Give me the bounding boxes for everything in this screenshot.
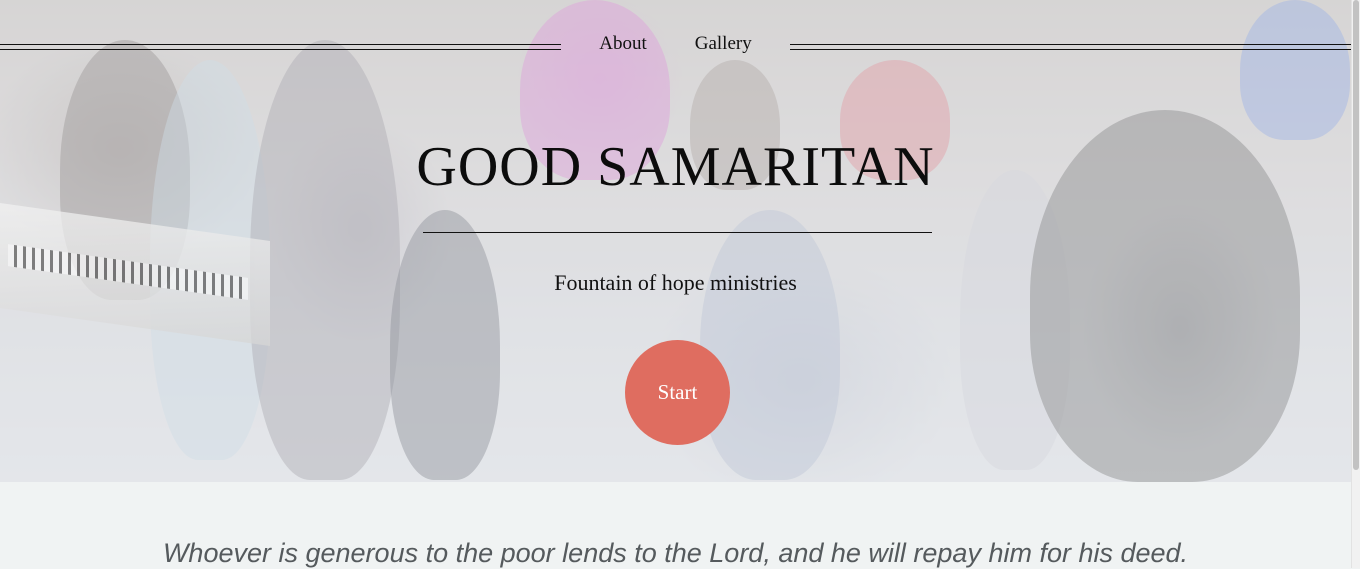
photo-person [700,210,840,480]
scripture-quote: Whoever is generous to the poor lends to… [162,538,1189,568]
page-scrollbar-thumb[interactable] [1353,0,1359,470]
photo-banner [1240,0,1350,140]
site-subtitle: Fountain of hope ministries [554,270,797,295]
nav-divider-left [0,44,561,50]
nav-link-gallery[interactable]: Gallery [695,31,752,59]
nav-link-about[interactable]: About [599,31,647,59]
photo-person [960,170,1070,470]
start-button[interactable]: Start [625,340,730,445]
title-underline [423,232,932,233]
nav-divider-right [790,44,1351,50]
top-nav: About Gallery [561,31,790,59]
photo-person [250,40,400,480]
site-title: GOOD SAMARITAN [416,136,935,198]
photo-person [390,210,500,480]
